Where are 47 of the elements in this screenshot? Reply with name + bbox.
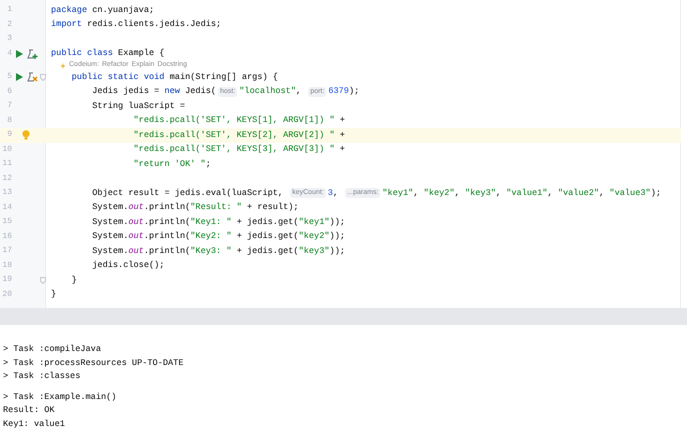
code-line: System.out.println("Key1: " + jedis.get("key1")); (91, 216, 346, 229)
code-line: String luaScript = (91, 100, 186, 113)
fold-marker-icon[interactable] (40, 74, 46, 81)
line-number: 1 (6, 4, 12, 16)
line-number: 12 (1, 172, 12, 185)
line-number: 10 (1, 144, 12, 156)
line-number: 2 (6, 18, 12, 31)
line-number: 9 (6, 129, 12, 142)
code-line: "redis.pcall('SET', KEYS[2], ARGV[2]) " + (132, 128, 345, 142)
line-number: 11 (1, 158, 12, 170)
line-number: 5 (6, 71, 12, 84)
fold-marker-icon[interactable] (40, 276, 46, 284)
line-number: 8 (6, 114, 12, 127)
line-number: 6 (6, 86, 12, 98)
code-line: import redis.clients.jedis.Jedis; (51, 18, 222, 32)
console-line: Result: OK (3, 404, 55, 417)
code-line: "return 'OK' "; (132, 158, 211, 171)
code-line: "redis.pcall('SET', KEYS[1], ARGV[1]) " + (132, 114, 345, 128)
code-line: package cn.yuanjava; (51, 4, 154, 17)
code-line: "redis.pcall('SET', KEYS[3], ARGV[3]) " + (132, 143, 345, 156)
console-line: > Task :processResources UP-TO-DATE (3, 356, 184, 370)
code-line: jedis.close(); (91, 259, 164, 272)
line-number: 3 (6, 33, 12, 46)
line-number: 16 (1, 230, 12, 243)
sparkle-icon (60, 62, 66, 68)
code-line: public static void main(String[] args) { (70, 70, 278, 84)
code-line: System.out.println("Key2: " + jedis.get("key2")); (91, 230, 346, 244)
console-line: > Task :classes (3, 370, 80, 383)
code-line: } (70, 274, 77, 287)
code-line: System.out.println("Key3: " + jedis.get("key3")); (91, 244, 346, 258)
line-number: 15 (1, 216, 12, 228)
console-line: > Task :Example.main() (3, 390, 116, 404)
line-number: 13 (1, 187, 12, 200)
line-number: 4 (6, 48, 12, 60)
console-line: Key1: value1 (3, 418, 65, 430)
code-line: public class Example { (51, 47, 164, 60)
line-number: 18 (1, 260, 12, 272)
run-icon[interactable] (16, 50, 23, 58)
line-number: 7 (6, 100, 12, 112)
console-line: > Task :compileJava (3, 343, 101, 356)
line-number: 19 (1, 274, 12, 286)
line-number: 14 (1, 202, 12, 214)
run-icon[interactable] (16, 73, 23, 82)
line-number: 20 (1, 288, 12, 301)
code-line: } (51, 288, 56, 302)
line-number: 17 (1, 245, 12, 258)
code-line: System.out.println("Result: " + result); (91, 201, 299, 214)
